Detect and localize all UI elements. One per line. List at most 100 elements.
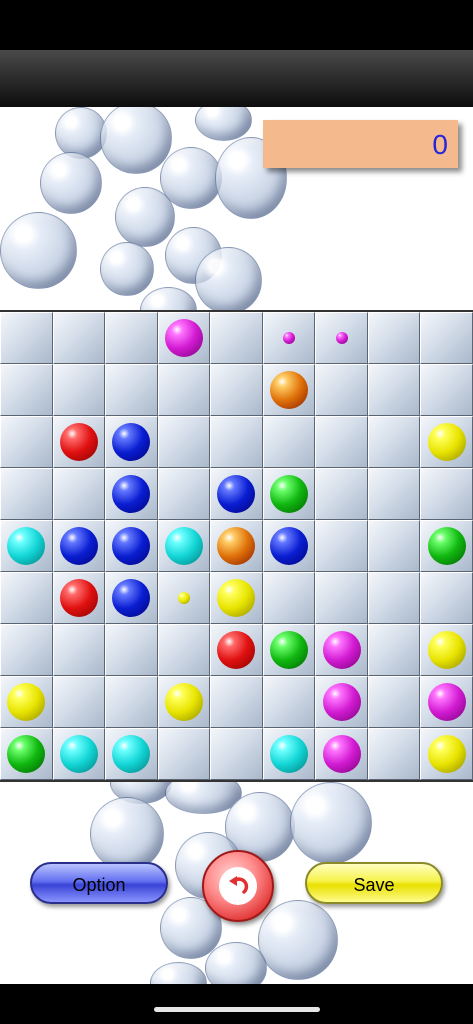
board-cell[interactable]	[52, 364, 106, 416]
board-cell[interactable]	[157, 728, 211, 780]
blue-ball[interactable]	[217, 475, 256, 513]
magenta-next-ball-marker[interactable]	[283, 332, 296, 344]
board-cell[interactable]	[420, 416, 473, 468]
board-cell[interactable]	[315, 312, 368, 364]
board-cell[interactable]	[157, 520, 211, 572]
board-cell[interactable]	[157, 468, 211, 520]
board-cell[interactable]	[315, 624, 368, 676]
game-board[interactable]	[0, 310, 473, 782]
magenta-ball[interactable]	[164, 319, 203, 357]
board-cell[interactable]	[157, 416, 211, 468]
blue-ball[interactable]	[112, 475, 151, 513]
yellow-ball[interactable]	[7, 683, 46, 721]
magenta-next-ball-marker[interactable]	[335, 332, 348, 344]
board-cell[interactable]	[0, 624, 53, 676]
board-cell[interactable]	[315, 572, 368, 624]
board-cell[interactable]	[367, 624, 421, 676]
board-cell[interactable]	[105, 520, 158, 572]
board-cell[interactable]	[105, 416, 158, 468]
board-cell[interactable]	[420, 364, 473, 416]
board-cell[interactable]	[105, 468, 158, 520]
board-cell[interactable]	[262, 624, 316, 676]
board-cell[interactable]	[52, 416, 106, 468]
board-cell[interactable]	[105, 676, 158, 728]
blue-ball[interactable]	[112, 527, 151, 565]
board-cell[interactable]	[315, 520, 368, 572]
board-cell[interactable]	[367, 728, 421, 780]
board-cell[interactable]	[420, 572, 473, 624]
board-cell[interactable]	[105, 728, 158, 780]
board-cell[interactable]	[210, 572, 263, 624]
cyan-ball[interactable]	[270, 735, 309, 773]
yellow-ball[interactable]	[164, 683, 203, 721]
red-ball[interactable]	[59, 579, 98, 617]
yellow-ball[interactable]	[427, 735, 466, 773]
board-cell[interactable]	[315, 364, 368, 416]
board-cell[interactable]	[420, 676, 473, 728]
board-cell[interactable]	[105, 364, 158, 416]
magenta-ball[interactable]	[322, 631, 361, 669]
blue-ball[interactable]	[112, 579, 151, 617]
board-cell[interactable]	[210, 728, 263, 780]
board-cell[interactable]	[262, 520, 316, 572]
board-cell[interactable]	[262, 572, 316, 624]
cyan-ball[interactable]	[112, 735, 151, 773]
board-cell[interactable]	[0, 364, 53, 416]
board-cell[interactable]	[420, 468, 473, 520]
board-cell[interactable]	[262, 364, 316, 416]
board-cell[interactable]	[420, 728, 473, 780]
board-cell[interactable]	[210, 364, 263, 416]
blue-ball[interactable]	[112, 423, 151, 461]
board-cell[interactable]	[0, 416, 53, 468]
board-cell[interactable]	[315, 416, 368, 468]
save-button[interactable]: Save	[305, 862, 443, 904]
board-cell[interactable]	[262, 468, 316, 520]
board-cell[interactable]	[105, 572, 158, 624]
board-cell[interactable]	[210, 520, 263, 572]
red-ball[interactable]	[217, 631, 256, 669]
cyan-ball[interactable]	[7, 527, 46, 565]
orange-ball[interactable]	[270, 371, 309, 409]
magenta-ball[interactable]	[322, 683, 361, 721]
option-button[interactable]: Option	[30, 862, 168, 904]
board-cell[interactable]	[420, 624, 473, 676]
green-ball[interactable]	[270, 475, 309, 513]
board-cell[interactable]	[367, 572, 421, 624]
green-ball[interactable]	[270, 631, 309, 669]
board-cell[interactable]	[420, 312, 473, 364]
magenta-ball[interactable]	[322, 735, 361, 773]
board-cell[interactable]	[0, 468, 53, 520]
board-cell[interactable]	[210, 416, 263, 468]
yellow-ball[interactable]	[427, 423, 466, 461]
blue-ball[interactable]	[59, 527, 98, 565]
board-cell[interactable]	[0, 676, 53, 728]
board-cell[interactable]	[367, 676, 421, 728]
undo-button[interactable]	[202, 850, 274, 922]
board-cell[interactable]	[52, 676, 106, 728]
board-cell[interactable]	[157, 312, 211, 364]
board-cell[interactable]	[315, 468, 368, 520]
board-cell[interactable]	[157, 676, 211, 728]
board-cell[interactable]	[210, 312, 263, 364]
green-ball[interactable]	[427, 527, 466, 565]
blue-ball[interactable]	[270, 527, 309, 565]
board-cell[interactable]	[262, 416, 316, 468]
board-cell[interactable]	[367, 312, 421, 364]
board-cell[interactable]	[0, 728, 53, 780]
board-cell[interactable]	[367, 468, 421, 520]
board-cell[interactable]	[105, 624, 158, 676]
board-cell[interactable]	[52, 468, 106, 520]
yellow-ball[interactable]	[217, 579, 256, 617]
yellow-ball[interactable]	[427, 631, 466, 669]
orange-ball[interactable]	[217, 527, 256, 565]
board-cell[interactable]	[0, 520, 53, 572]
board-cell[interactable]	[367, 364, 421, 416]
board-cell[interactable]	[367, 520, 421, 572]
board-cell[interactable]	[262, 728, 316, 780]
board-cell[interactable]	[105, 312, 158, 364]
board-cell[interactable]	[157, 624, 211, 676]
board-cell[interactable]	[262, 676, 316, 728]
yellow-next-ball-marker[interactable]	[177, 592, 190, 604]
board-cell[interactable]	[315, 676, 368, 728]
board-cell[interactable]	[52, 312, 106, 364]
